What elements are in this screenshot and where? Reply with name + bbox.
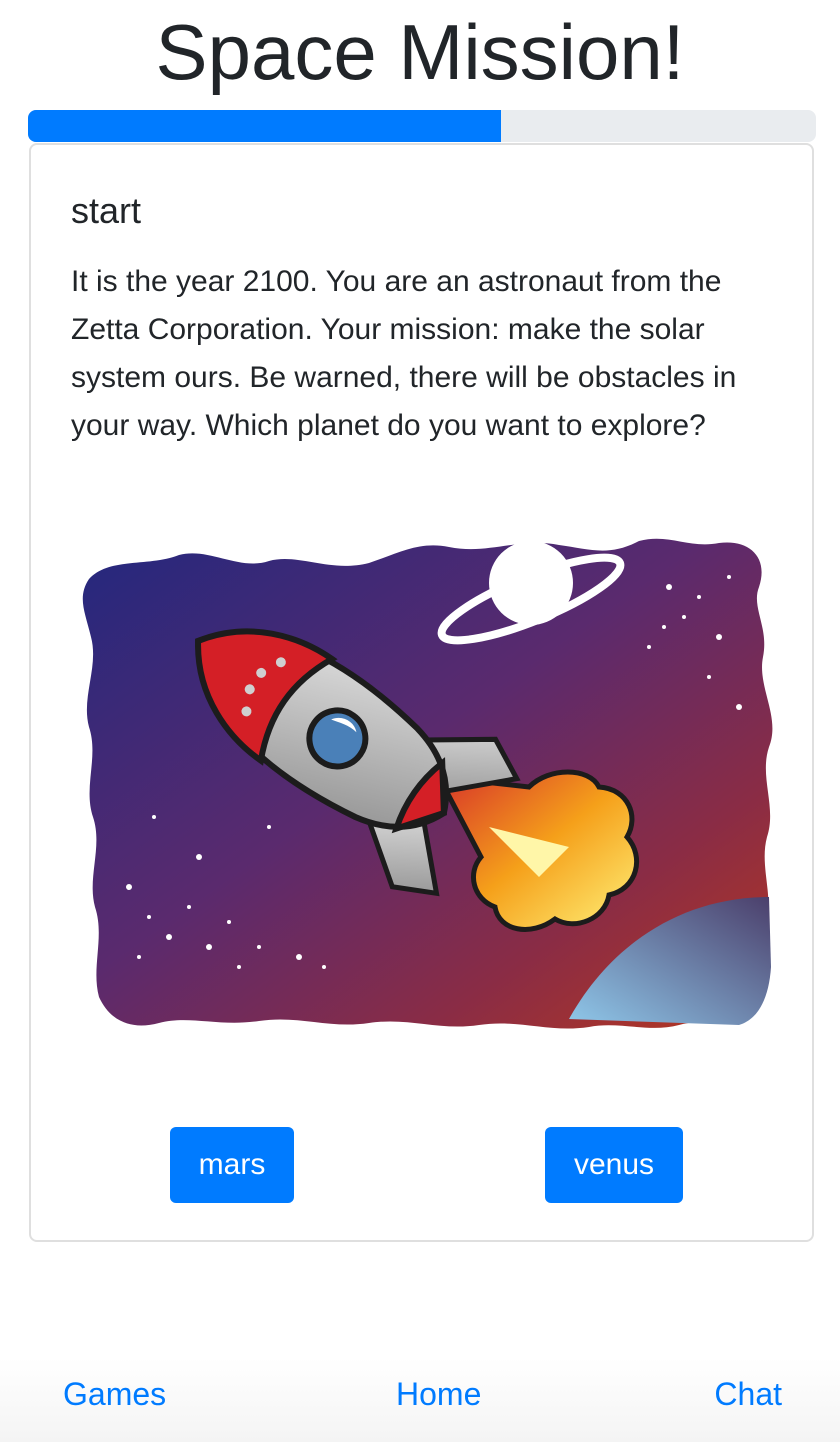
bottom-nav: Games Home Chat [0,1358,840,1442]
progress-bar-track [28,110,816,142]
story-card: start It is the year 2100. You are an as… [29,143,814,1242]
nav-link-chat[interactable]: Chat [714,1374,782,1414]
progress-bar-fill [28,110,501,142]
choice-venus-button[interactable]: venus [545,1127,683,1203]
nav-link-games[interactable]: Games [63,1374,166,1414]
card-title: start [71,190,142,231]
page-title: Space Mission! [155,8,685,96]
card-text: It is the year 2100. You are an astronau… [71,265,737,442]
rocket-illustration [82,538,773,1029]
choice-mars-button[interactable]: mars [170,1127,294,1203]
nav-link-home[interactable]: Home [396,1374,481,1414]
